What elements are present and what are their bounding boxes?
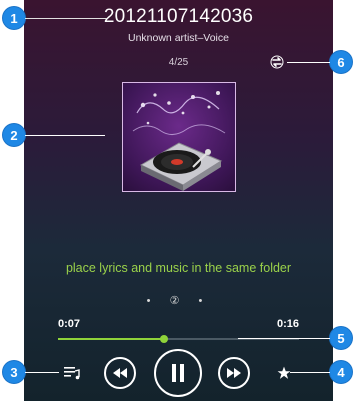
music-player-screen: 20121107142036 Unknown artist–Voice 4/25	[24, 0, 333, 401]
previous-button[interactable]	[104, 357, 136, 389]
rewind-icon	[113, 368, 127, 378]
callout-3: 3	[3, 361, 25, 383]
playlist-button[interactable]	[62, 363, 82, 383]
current-time: 0:07	[58, 318, 81, 330]
next-button[interactable]	[218, 357, 250, 389]
callout-5: 5	[330, 327, 352, 349]
callout-2: 2	[3, 124, 25, 146]
pause-icon	[172, 364, 184, 382]
callout-1: 1	[3, 7, 25, 29]
repeat-button[interactable]	[269, 54, 285, 70]
progress-fill	[58, 338, 165, 340]
callout-4-leader	[290, 372, 330, 373]
favorite-button[interactable]	[274, 363, 294, 383]
repeat-icon	[270, 55, 284, 69]
play-pause-button[interactable]	[154, 349, 202, 397]
callout-3-leader	[25, 372, 59, 373]
star-icon	[277, 366, 291, 379]
turntable-image	[132, 91, 226, 191]
album-art	[122, 82, 236, 192]
callout-1-leader	[25, 18, 107, 19]
callout-6: 6	[330, 51, 352, 73]
track-title: 20121107142036	[103, 6, 254, 27]
playlist-icon	[64, 367, 80, 380]
progress-thumb[interactable]	[160, 335, 169, 343]
page-indicator[interactable]: • ② •	[24, 294, 333, 307]
track-artist-album: Unknown artist–Voice	[128, 32, 229, 44]
callout-2-leader	[25, 135, 105, 136]
callout-4: 4	[330, 361, 352, 383]
callout-6-leader	[287, 62, 330, 63]
callout-5-leader	[238, 338, 330, 339]
fast-forward-icon	[227, 368, 241, 378]
lyrics-text: place lyrics and music in the same folde…	[65, 261, 292, 275]
playback-controls	[24, 349, 333, 397]
total-time: 0:16	[276, 318, 299, 330]
